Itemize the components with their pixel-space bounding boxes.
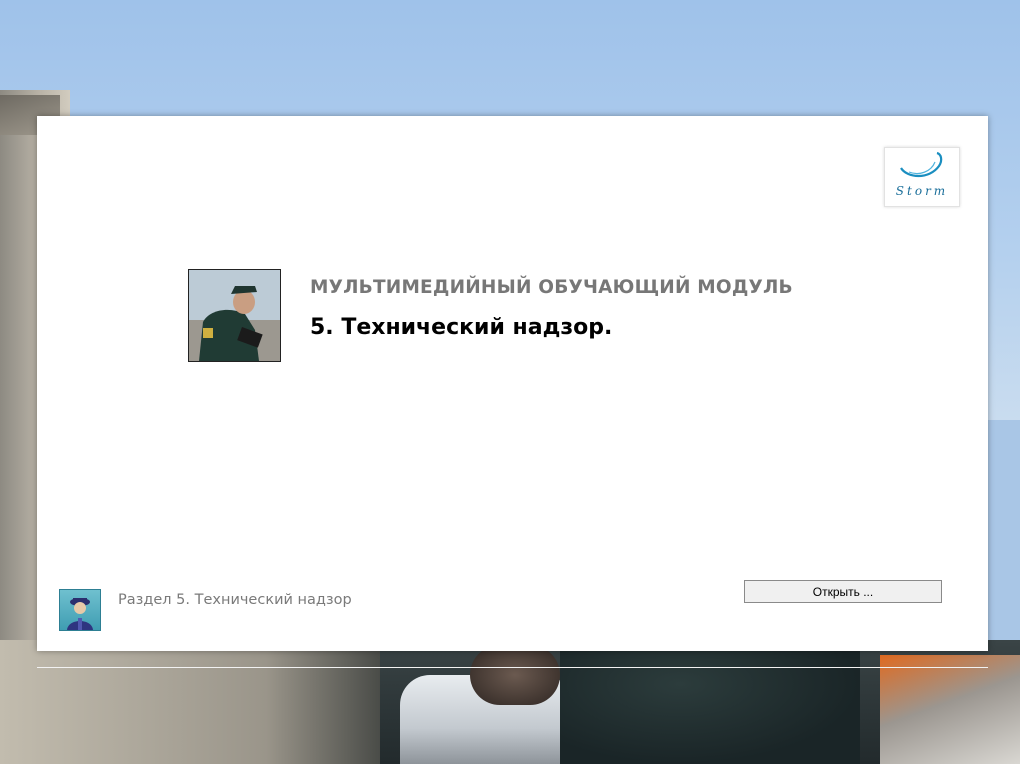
logo-text: Storm: [895, 184, 949, 198]
module-title: 5. Технический надзор.: [310, 315, 613, 340]
storm-logo: Storm: [884, 147, 960, 207]
module-subtitle: МУЛЬТИМЕДИЙНЫЙ ОБУЧАЮЩИЙ МОДУЛЬ: [310, 277, 793, 298]
module-photo: [188, 269, 281, 362]
officer-avatar-icon: [67, 598, 93, 630]
bottom-divider: [37, 667, 988, 668]
module-panel: Storm МУЛЬТИМЕДИЙНЫЙ ОБУЧАЮЩИЙ МОДУЛЬ 5.…: [37, 116, 988, 651]
section-label: Раздел 5. Технический надзор: [118, 592, 352, 608]
open-button[interactable]: Открыть ...: [744, 580, 942, 603]
inspector-photo-icon: [189, 270, 280, 361]
section-icon: [59, 589, 101, 631]
